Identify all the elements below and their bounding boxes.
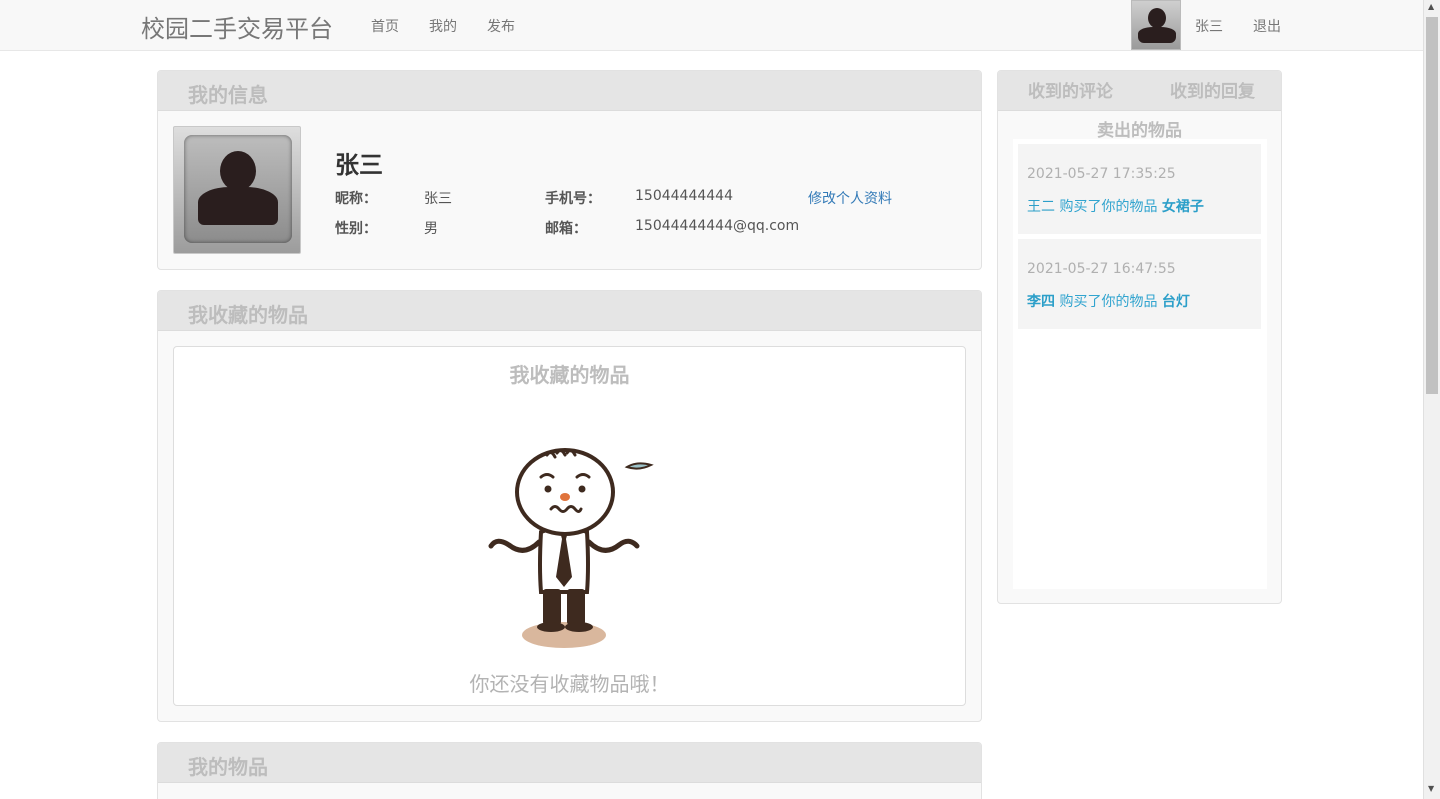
top-navbar: 校园二手交易平台 首页 我的 发布 张三 退出: [0, 0, 1423, 51]
list-item: 2021-05-27 17:35:25 王二 购买了你的物品 女裙子: [1018, 144, 1261, 234]
buyer-link[interactable]: 王二: [1027, 199, 1055, 215]
brand-logo-link[interactable]: 校园二手交易平台: [141, 9, 333, 44]
nav-link-publish[interactable]: 发布: [487, 16, 515, 36]
email-value: 15044444444@qq.com: [635, 218, 800, 234]
notifications-tabs-header: 收到的评论 收到的回复: [998, 71, 1281, 111]
scroll-up-arrow-icon[interactable]: ▲: [1428, 3, 1434, 11]
scrollbar-thumb[interactable]: [1426, 17, 1438, 394]
nav-user-avatar-icon[interactable]: [1131, 0, 1181, 50]
user-avatar-icon: [173, 126, 301, 254]
sale-description: 王二 购买了你的物品 女裙子: [1027, 196, 1204, 216]
favorites-inner-title: 我收藏的物品: [509, 363, 630, 387]
nav-link-home[interactable]: 首页: [371, 16, 399, 36]
sale-text: 购买了你的物品: [1055, 294, 1162, 310]
favorites-empty-message: 你还没有收藏物品哦！: [469, 672, 670, 696]
product-link[interactable]: 台灯: [1162, 294, 1190, 310]
gender-value: 男: [424, 221, 438, 237]
nav-link-mine[interactable]: 我的: [429, 16, 457, 36]
sale-time: 2021-05-27 17:35:25: [1027, 166, 1176, 182]
my-info-panel: 我的信息 张三 昵称： 张三 手机号： 15044444444 修改个人资料 性…: [157, 70, 982, 270]
scroll-down-arrow-icon[interactable]: ▼: [1428, 785, 1434, 793]
favorites-content-box: 我收藏的物品 你还没有收藏物品哦！: [173, 346, 966, 706]
phone-value: 15044444444: [635, 188, 733, 204]
sold-items-title: 卖出的物品: [1097, 121, 1182, 141]
my-info-panel-header: 我的信息: [158, 71, 981, 111]
email-label: 邮箱：: [545, 221, 587, 237]
sale-time: 2021-05-27 16:47:55: [1027, 261, 1176, 277]
list-item: 2021-05-27 16:47:55 李四 购买了你的物品 台灯: [1018, 239, 1261, 329]
my-items-title: 我的物品: [188, 755, 268, 779]
favorites-panel-header: 我收藏的物品: [158, 291, 981, 331]
confused-cartoon-icon: [488, 448, 654, 648]
phone-label: 手机号：: [545, 191, 601, 207]
nav-logout-link[interactable]: 退出: [1253, 16, 1281, 36]
tab-received-replies[interactable]: 收到的回复: [1170, 77, 1255, 102]
my-info-title: 我的信息: [188, 83, 268, 107]
favorites-title: 我收藏的物品: [188, 303, 308, 327]
notifications-panel: 收到的评论 收到的回复 卖出的物品 2021-05-27 17:35:25 王二…: [997, 70, 1282, 604]
favorites-panel: 我收藏的物品 我收藏的物品 你还没有收藏物品哦！: [157, 290, 982, 722]
nickname-label: 昵称：: [335, 191, 377, 207]
sale-description: 李四 购买了你的物品 台灯: [1027, 291, 1190, 311]
buyer-link[interactable]: 李四: [1027, 294, 1055, 310]
profile-name: 张三: [335, 151, 383, 179]
my-items-panel-header: 我的物品: [158, 743, 981, 783]
sale-text: 购买了你的物品: [1055, 199, 1162, 215]
page-scrollbar[interactable]: ▲ ▼: [1423, 0, 1440, 799]
edit-profile-link[interactable]: 修改个人资料: [808, 188, 892, 208]
product-link[interactable]: 女裙子: [1162, 199, 1204, 215]
tab-received-comments[interactable]: 收到的评论: [1028, 77, 1113, 102]
nav-username-link[interactable]: 张三: [1195, 16, 1223, 36]
sold-items-list: 2021-05-27 17:35:25 王二 购买了你的物品 女裙子 2021-…: [1013, 139, 1267, 589]
gender-label: 性别：: [335, 221, 377, 237]
my-items-panel: 我的物品: [157, 742, 982, 799]
nickname-value: 张三: [424, 191, 452, 207]
